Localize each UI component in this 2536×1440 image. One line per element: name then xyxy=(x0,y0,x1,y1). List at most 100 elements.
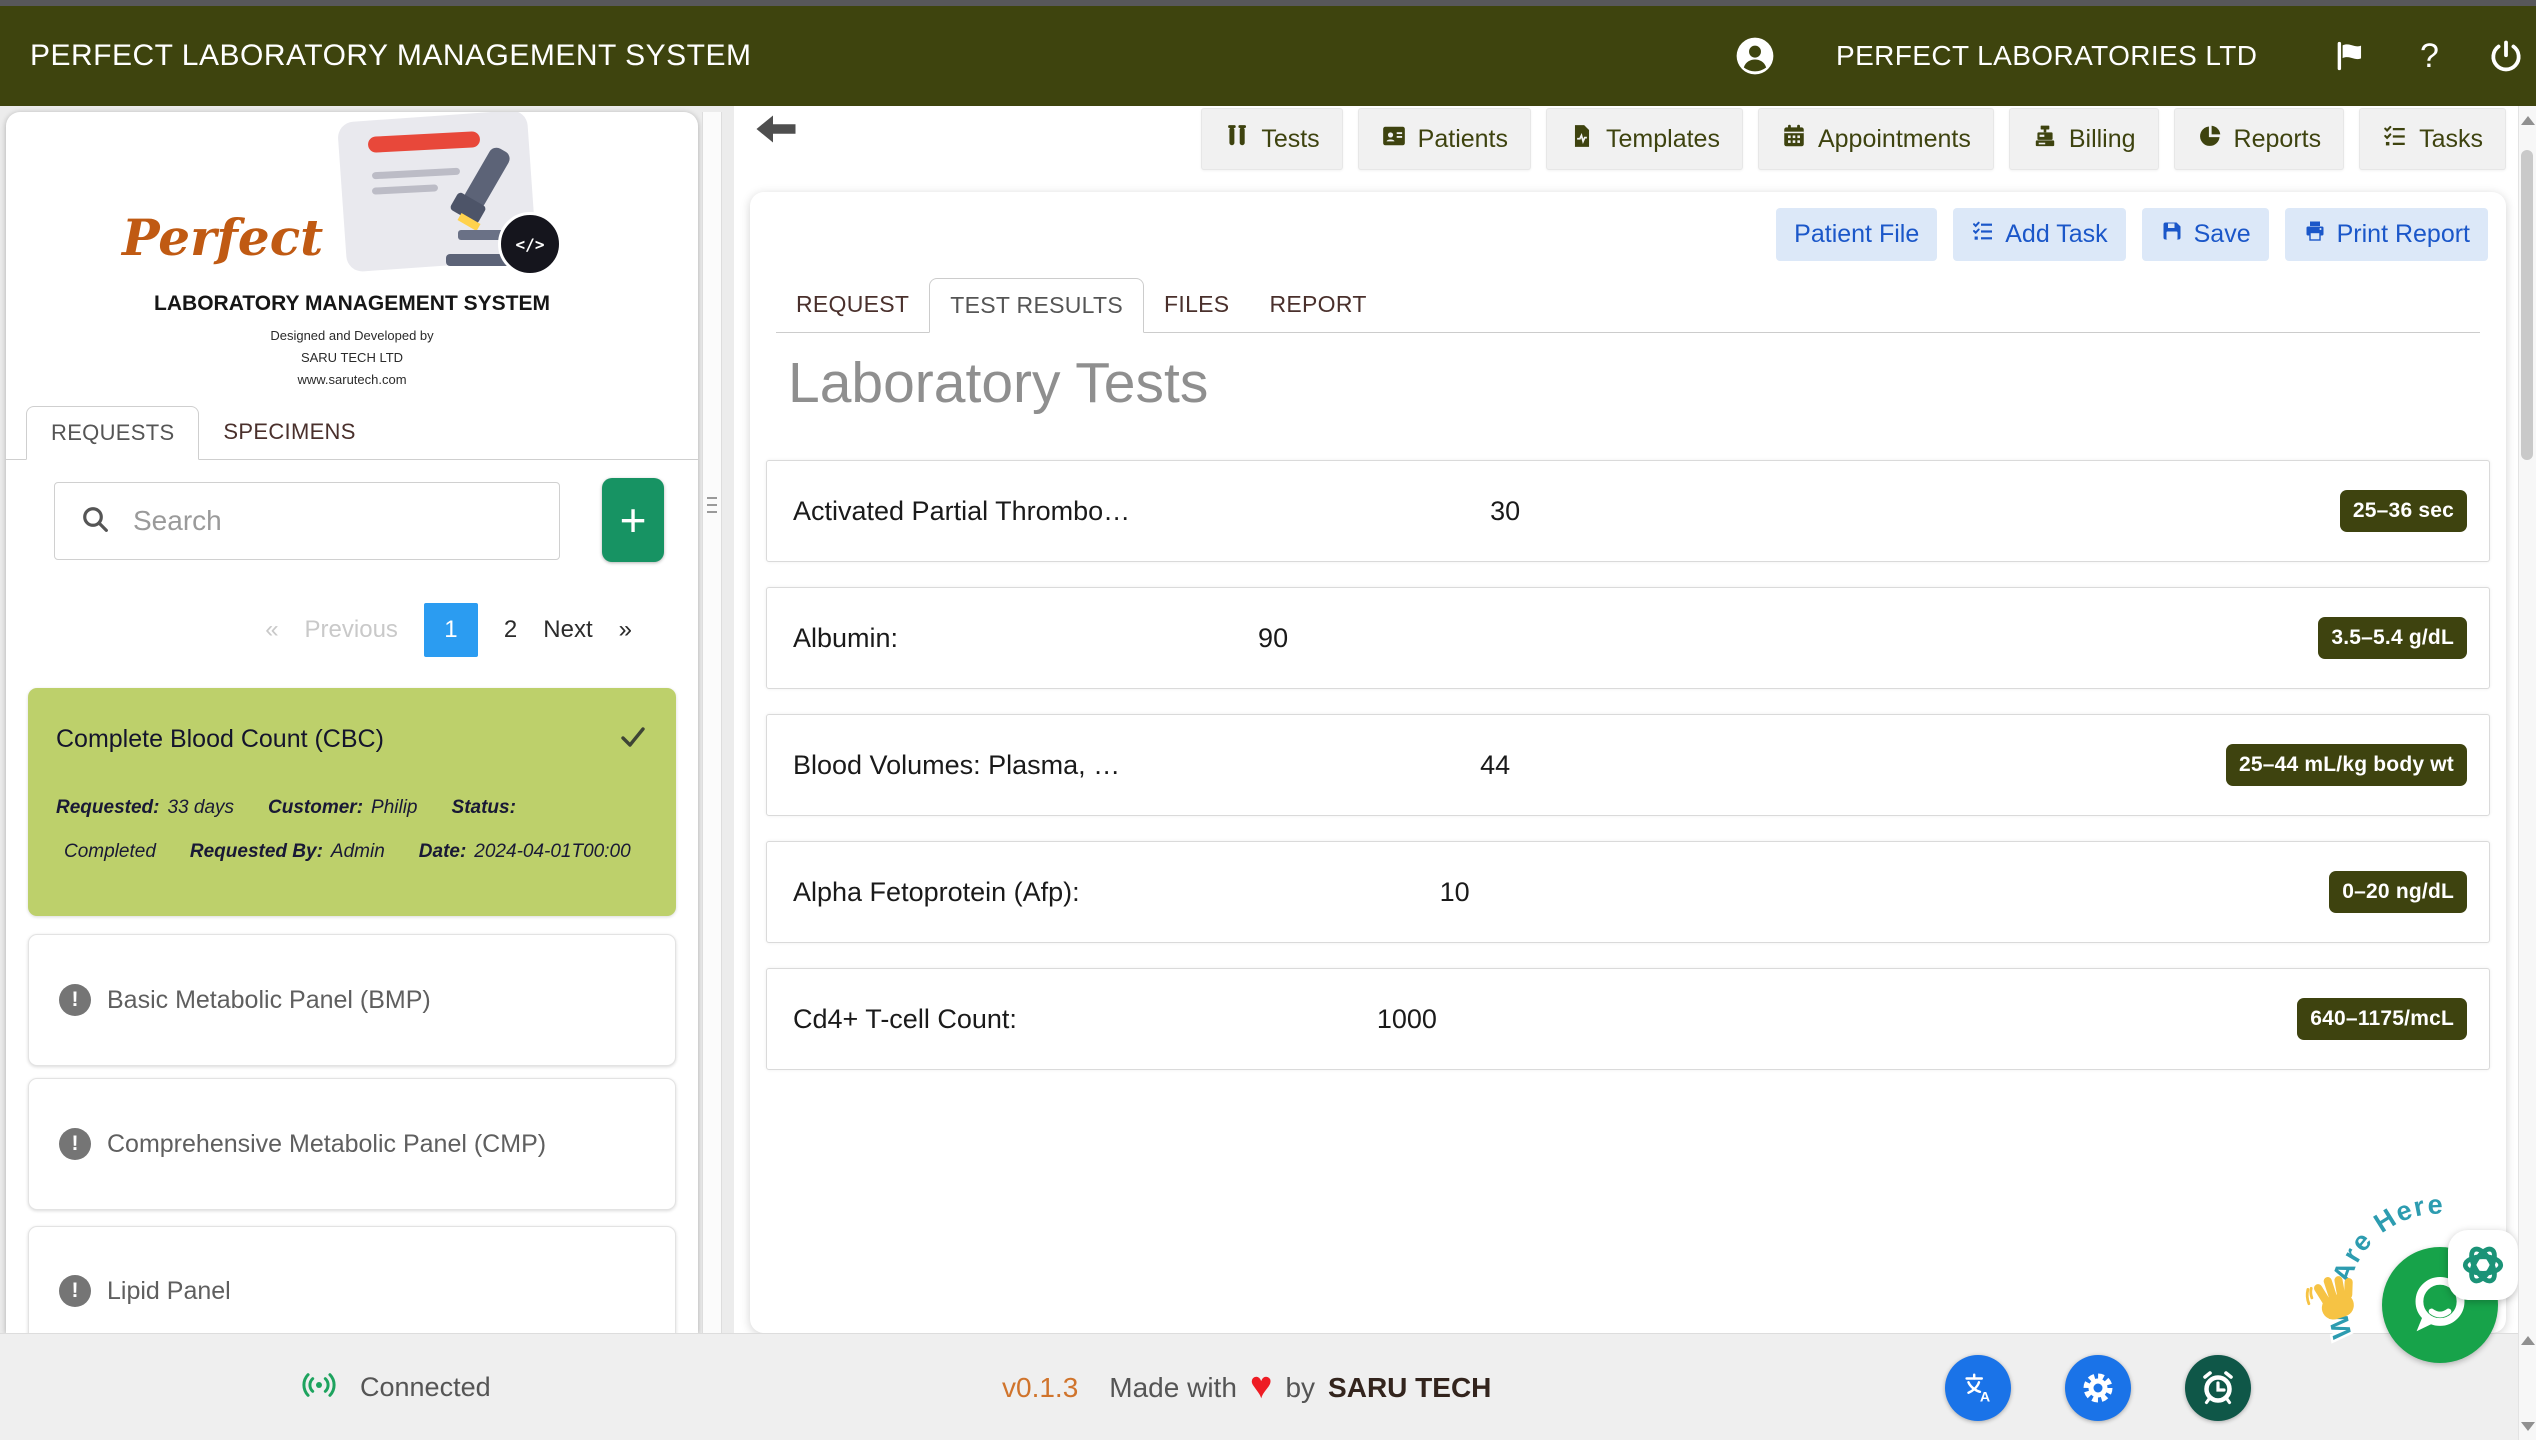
nav-label: Appointments xyxy=(1818,125,1971,154)
tab-specimens[interactable]: SPECIMENS xyxy=(199,406,379,459)
reference-range-badge: 3.5–5.4 g/dL xyxy=(2318,617,2467,659)
panel-toolbar: Patient File Add Task Save Print Report xyxy=(1776,208,2488,261)
nav-label: Templates xyxy=(1606,125,1720,154)
request-card-cmp[interactable]: ! Comprehensive Metabolic Panel (CMP) xyxy=(28,1078,676,1210)
pagination-last[interactable]: » xyxy=(619,616,632,644)
scroll-up-icon[interactable] xyxy=(2521,116,2535,125)
exclamation-icon: ! xyxy=(59,1275,91,1307)
search-box xyxy=(54,482,560,560)
nav-tasks-button[interactable]: Tasks xyxy=(2359,108,2506,170)
nav-tests-button[interactable]: Tests xyxy=(1201,108,1342,170)
nav-billing-button[interactable]: Billing xyxy=(2009,108,2159,170)
by-text: by xyxy=(1285,1372,1315,1404)
test-name: Activated Partial Thrombo… xyxy=(793,496,1130,527)
nav-reports-button[interactable]: Reports xyxy=(2174,108,2345,170)
sidebar-tabs: REQUESTS SPECIMENS xyxy=(6,406,698,460)
reference-range-badge: 25–44 mL/kg body wt xyxy=(2226,744,2467,786)
nav-label: Tasks xyxy=(2419,125,2483,154)
test-name: Albumin: xyxy=(793,623,898,654)
status-bar: Connected v0.1.3 Made with ♥ by SARU TEC… xyxy=(0,1333,2518,1440)
calendar-icon xyxy=(1781,123,1807,156)
save-button[interactable]: Save xyxy=(2142,208,2269,261)
request-card-lipid[interactable]: ! Lipid Panel xyxy=(28,1226,676,1333)
account-icon[interactable] xyxy=(1734,6,1776,106)
scrollbar-thumb[interactable] xyxy=(2521,150,2533,460)
company-name: PERFECT LABORATORIES LTD xyxy=(1836,6,2257,106)
app-title: PERFECT LABORATORY MANAGEMENT SYSTEM xyxy=(30,6,752,106)
reference-range-badge: 0–20 ng/dL xyxy=(2329,871,2467,913)
test-value-field[interactable]: 44 xyxy=(1480,750,1510,781)
test-row[interactable]: Albumin: 90 3.5–5.4 g/dL xyxy=(766,587,2490,689)
print-report-button[interactable]: Print Report xyxy=(2285,208,2488,261)
request-card-bmp[interactable]: ! Basic Metabolic Panel (BMP) xyxy=(28,934,676,1066)
flag-icon[interactable] xyxy=(2332,6,2366,106)
vials-icon xyxy=(1224,123,1250,156)
test-name: Blood Volumes: Plasma, … xyxy=(793,750,1120,781)
tab-requests[interactable]: REQUESTS xyxy=(26,406,199,460)
app-window: PERFECT LABORATORY MANAGEMENT SYSTEM PER… xyxy=(0,0,2536,1440)
alarm-button[interactable] xyxy=(2185,1355,2251,1421)
support-widget: We Are Here xyxy=(2300,1180,2536,1390)
scroll-up-icon[interactable] xyxy=(2521,1336,2535,1345)
app-logo: </> Perfect LABORATORY MANAGEMENT SYSTEM… xyxy=(6,112,698,404)
tab-test-results[interactable]: TEST RESULTS xyxy=(929,278,1144,333)
test-value-field[interactable]: 30 xyxy=(1490,496,1520,527)
test-value-field[interactable]: 90 xyxy=(1258,623,1288,654)
pagination-next[interactable]: Next xyxy=(543,616,592,644)
pagination: « Previous 1 2 Next » xyxy=(6,600,698,660)
made-with-text: Made with xyxy=(1109,1372,1237,1404)
grip-icon xyxy=(707,497,717,515)
test-name: Alpha Fetoprotein (Afp): xyxy=(793,877,1080,908)
pagination-first[interactable]: « xyxy=(265,616,278,644)
nav-label: Patients xyxy=(1418,125,1508,154)
back-button[interactable] xyxy=(752,112,800,148)
test-row[interactable]: Activated Partial Thrombo… 30 25–36 sec xyxy=(766,460,2490,562)
add-request-button[interactable]: + xyxy=(602,478,664,562)
pagination-page-2[interactable]: 2 xyxy=(504,616,517,644)
search-input[interactable] xyxy=(133,505,513,537)
nav-templates-button[interactable]: Templates xyxy=(1546,108,1743,170)
sidebar-resize-handle[interactable] xyxy=(702,112,722,1333)
page-title: Laboratory Tests xyxy=(788,350,1208,416)
test-value-field[interactable]: 10 xyxy=(1440,877,1470,908)
test-row[interactable]: Alpha Fetoprotein (Afp): 10 0–20 ng/dL xyxy=(766,841,2490,943)
add-task-button[interactable]: Add Task xyxy=(1953,208,2125,261)
settings-button[interactable] xyxy=(2065,1355,2131,1421)
test-value-field[interactable]: 1000 xyxy=(1377,1004,1437,1035)
pagination-page-1[interactable]: 1 xyxy=(424,603,478,657)
main-nav: Tests Patients Templates Appointments Bi… xyxy=(1201,108,2506,170)
logo-company: SARU TECH LTD xyxy=(6,350,698,365)
logo-website: www.sarutech.com xyxy=(6,372,698,387)
nav-patients-button[interactable]: Patients xyxy=(1358,108,1531,170)
scroll-down-icon[interactable] xyxy=(2521,1422,2535,1431)
heart-icon: ♥ xyxy=(1250,1367,1273,1405)
translate-button[interactable]: A xyxy=(1945,1355,2011,1421)
nav-appointments-button[interactable]: Appointments xyxy=(1758,108,1994,170)
nav-label: Reports xyxy=(2234,125,2322,154)
request-card-cbc[interactable]: Complete Blood Count (CBC) Requested:33 … xyxy=(28,688,676,916)
request-meta: Requested:33 days Customer:Philip Status… xyxy=(56,797,648,863)
tab-files[interactable]: FILES xyxy=(1144,278,1249,332)
vertical-scrollbar[interactable] xyxy=(2518,106,2536,1440)
request-title: Lipid Panel xyxy=(107,1277,231,1306)
check-icon xyxy=(618,722,648,757)
logo-designed-by: Designed and Developed by xyxy=(6,328,698,343)
tab-report[interactable]: REPORT xyxy=(1249,278,1386,332)
search-icon xyxy=(79,503,111,540)
vendor-name: SARU TECH xyxy=(1328,1372,1491,1404)
power-icon[interactable] xyxy=(2487,6,2525,106)
patient-file-button[interactable]: Patient File xyxy=(1776,208,1937,261)
test-row[interactable]: Cd4+ T-cell Count: 1000 640–1175/mcL xyxy=(766,968,2490,1070)
pie-chart-icon xyxy=(2197,123,2223,156)
test-row[interactable]: Blood Volumes: Plasma, … 44 25–44 mL/kg … xyxy=(766,714,2490,816)
app-version: v0.1.3 xyxy=(1002,1372,1078,1404)
request-title: Basic Metabolic Panel (BMP) xyxy=(107,986,431,1015)
pagination-previous[interactable]: Previous xyxy=(305,616,398,644)
tab-request[interactable]: REQUEST xyxy=(776,278,929,332)
connection-status: Connected xyxy=(360,1372,491,1403)
vendor-logo-badge[interactable] xyxy=(2448,1230,2518,1300)
app-header: PERFECT LABORATORY MANAGEMENT SYSTEM PER… xyxy=(0,6,2536,106)
tasks-icon xyxy=(2382,123,2408,156)
button-label: Print Report xyxy=(2337,220,2470,249)
help-icon[interactable]: ? xyxy=(2420,6,2439,106)
